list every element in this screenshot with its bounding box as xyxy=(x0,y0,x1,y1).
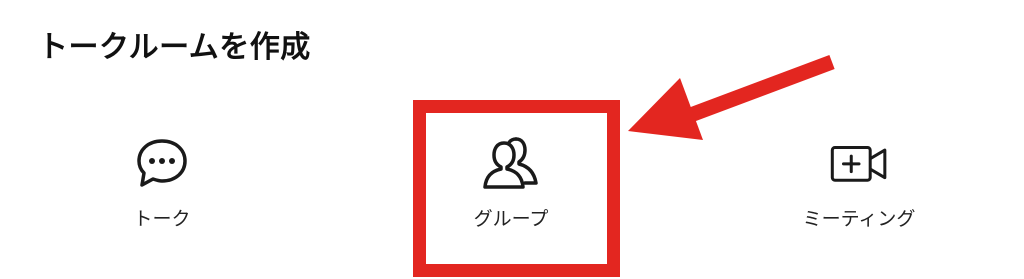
arrow-icon xyxy=(628,54,835,140)
